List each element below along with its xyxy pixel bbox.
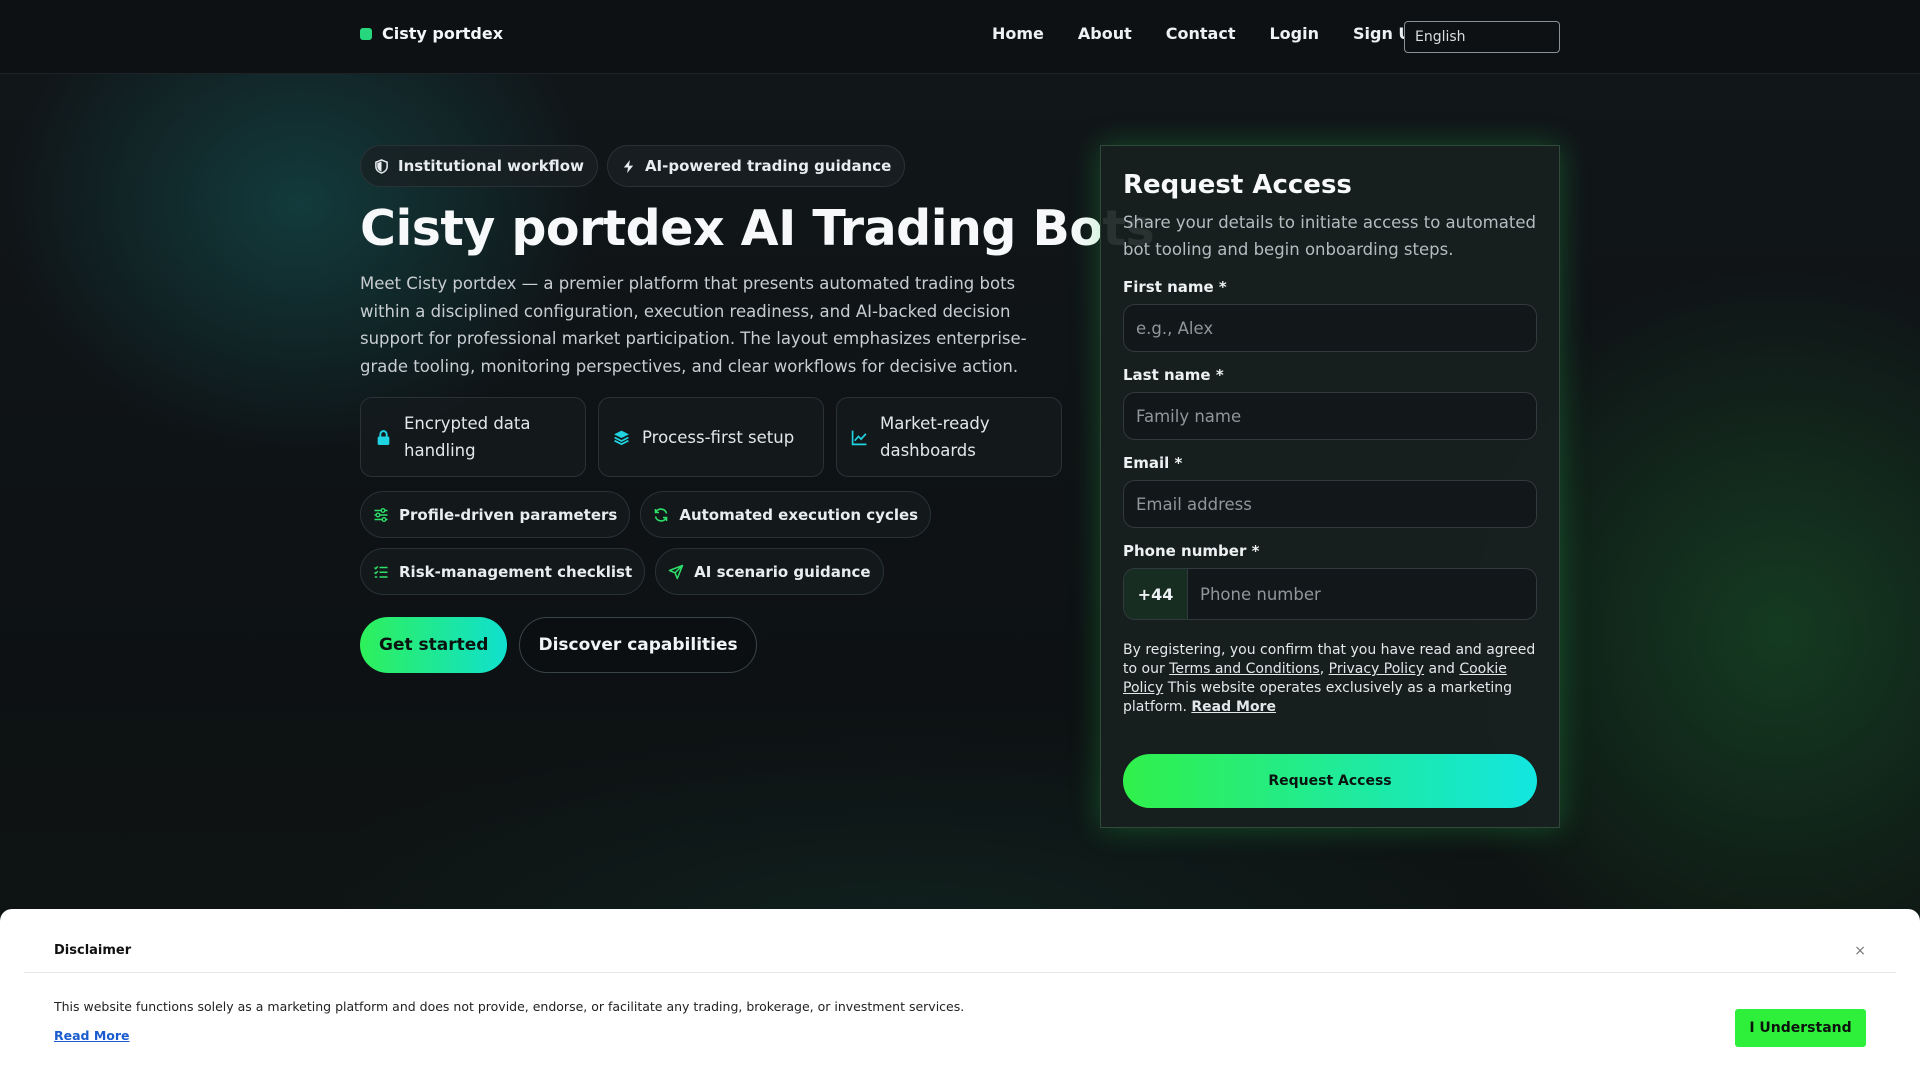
nav-link-contact[interactable]: Contact bbox=[1166, 24, 1236, 43]
disclaimer-divider bbox=[24, 972, 1896, 973]
hero-description: Meet Cisty portdex — a premier platform … bbox=[360, 274, 1027, 376]
tag-ai-scenario: AI scenario guidance bbox=[655, 548, 884, 595]
i-understand-button[interactable]: I Understand bbox=[1735, 1009, 1866, 1047]
hero-cta-row: Get started Discover capabilities bbox=[360, 617, 757, 673]
last-name-input[interactable] bbox=[1123, 392, 1537, 440]
feature-cards: Encrypted data handling Process-first se… bbox=[360, 397, 1062, 477]
nav-link-login[interactable]: Login bbox=[1269, 24, 1319, 43]
shield-icon bbox=[375, 158, 388, 174]
nav-links: Home About Contact Login Sign Up bbox=[992, 24, 1423, 43]
discover-capabilities-button[interactable]: Discover capabilities bbox=[519, 617, 757, 673]
first-name-label: First name * bbox=[1123, 278, 1227, 296]
phone-label: Phone number * bbox=[1123, 542, 1260, 560]
hero-badges: Institutional workflow AI-powered tradin… bbox=[360, 145, 906, 187]
hero-title: Cisty portdex AI Trading Bots bbox=[360, 200, 1155, 257]
sliders-icon bbox=[374, 507, 388, 522]
read-more-link[interactable]: Read More bbox=[1191, 699, 1276, 715]
nav-link-home[interactable]: Home bbox=[992, 24, 1044, 43]
terms-link[interactable]: Terms and Conditions bbox=[1169, 661, 1320, 677]
chart-line-icon bbox=[851, 430, 867, 445]
lock-icon bbox=[377, 429, 390, 445]
brand-mark-icon bbox=[360, 27, 372, 40]
checklist-icon bbox=[374, 565, 388, 578]
capability-tags-row-1: Profile-driven parameters Automated exec… bbox=[360, 491, 932, 538]
badge-label: Institutional workflow bbox=[398, 157, 584, 175]
tag-label: Automated execution cycles bbox=[679, 505, 919, 524]
request-access-button[interactable]: Request Access bbox=[1123, 754, 1537, 808]
top-navigation: Cisty portdex Home About Contact Login S… bbox=[0, 0, 1920, 74]
phone-field: +44 bbox=[1123, 568, 1537, 620]
disclaimer-read-more-link[interactable]: Read More bbox=[54, 1028, 130, 1043]
feature-label: Market-ready dashboards bbox=[880, 414, 990, 460]
badge-institutional-workflow: Institutional workflow bbox=[360, 145, 598, 187]
consent-post: This website operates exclusively as a m… bbox=[1123, 680, 1512, 715]
feature-label: Encrypted data handling bbox=[404, 414, 531, 460]
layers-icon bbox=[614, 430, 629, 445]
feature-card-dashboards: Market-ready dashboards bbox=[836, 397, 1062, 477]
close-icon[interactable]: × bbox=[1854, 943, 1866, 959]
phone-input[interactable] bbox=[1188, 569, 1536, 619]
request-access-form: Request Access Share your details to ini… bbox=[1100, 145, 1560, 828]
language-select[interactable]: English bbox=[1404, 21, 1560, 53]
first-name-input[interactable] bbox=[1123, 304, 1537, 352]
disclaimer-banner: Disclaimer × This website functions sole… bbox=[0, 909, 1920, 1080]
feature-card-process: Process-first setup bbox=[598, 397, 824, 477]
consent-comma: , bbox=[1319, 661, 1329, 677]
email-label: Email * bbox=[1123, 454, 1183, 472]
get-started-button[interactable]: Get started bbox=[360, 617, 508, 673]
language-select-value: English bbox=[1415, 29, 1466, 45]
email-input[interactable] bbox=[1123, 480, 1537, 528]
tag-risk-checklist: Risk-management checklist bbox=[360, 548, 646, 595]
tag-label: Risk-management checklist bbox=[399, 562, 633, 581]
nav-link-about[interactable]: About bbox=[1078, 24, 1132, 43]
refresh-icon bbox=[655, 507, 668, 522]
tag-automated-cycles: Automated execution cycles bbox=[640, 491, 932, 538]
form-subtitle: Share your details to initiate access to… bbox=[1123, 213, 1536, 259]
consent-text: By registering, you confirm that you hav… bbox=[1123, 641, 1537, 717]
badge-ai-guidance: AI-powered trading guidance bbox=[606, 145, 906, 187]
brand-name: Cisty portdex bbox=[382, 24, 504, 43]
tag-label: Profile-driven parameters bbox=[399, 505, 618, 524]
disclaimer-text: This website functions solely as a marke… bbox=[54, 999, 965, 1014]
tag-profile-driven: Profile-driven parameters bbox=[360, 491, 631, 538]
last-name-label: Last name * bbox=[1123, 366, 1224, 384]
send-icon bbox=[668, 564, 684, 579]
disclaimer-title: Disclaimer bbox=[54, 943, 132, 958]
phone-country-code[interactable]: +44 bbox=[1124, 569, 1188, 619]
privacy-link[interactable]: Privacy Policy bbox=[1329, 661, 1424, 677]
badge-label: AI-powered trading guidance bbox=[644, 157, 892, 175]
form-title: Request Access bbox=[1123, 170, 1352, 200]
bolt-icon bbox=[623, 159, 634, 173]
brand-logo[interactable]: Cisty portdex bbox=[360, 24, 503, 43]
tag-label: AI scenario guidance bbox=[694, 562, 871, 581]
feature-card-encrypted: Encrypted data handling bbox=[360, 397, 586, 477]
feature-label: Process-first setup bbox=[642, 427, 795, 447]
consent-and: and bbox=[1424, 661, 1460, 677]
capability-tags-row-2: Risk-management checklist AI scenario gu… bbox=[360, 548, 884, 595]
